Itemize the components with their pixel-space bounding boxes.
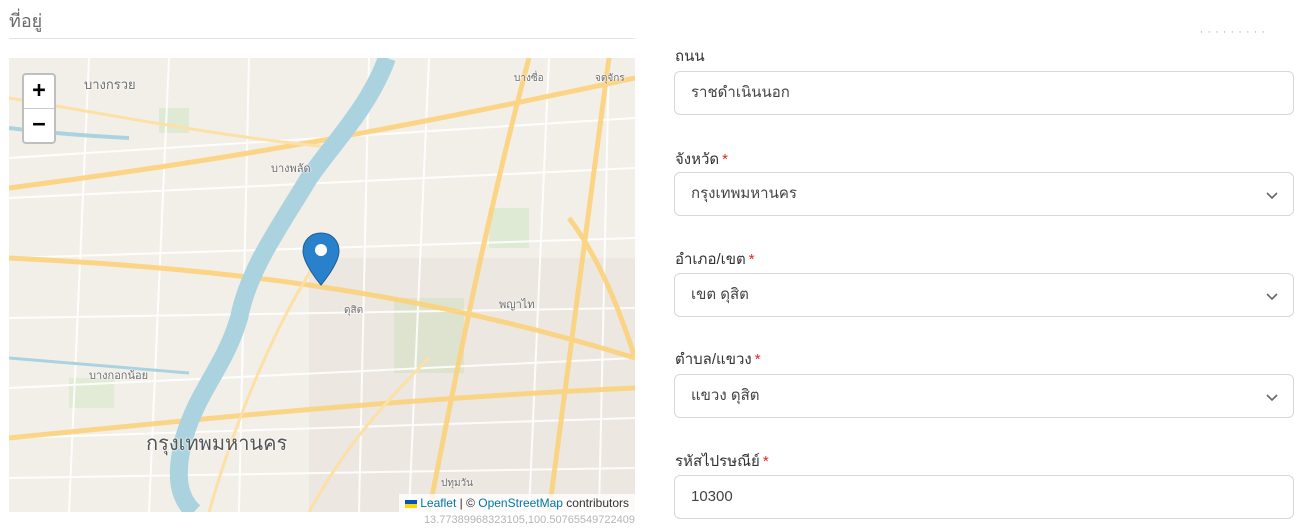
subdistrict-select-value: แขวง ดุสิต [691, 387, 760, 404]
zoom-control: + − [22, 73, 56, 144]
province-label: จังหวัด * [675, 147, 728, 171]
road-label: ถนน [675, 44, 705, 68]
chevron-down-icon [1266, 293, 1278, 301]
leaflet-link[interactable]: Leaflet [420, 496, 456, 510]
map-marker-icon[interactable] [301, 231, 341, 287]
road-label-text: ถนน [675, 48, 705, 65]
map[interactable]: บางกรวย บางซื่อ จตุจักร บางพลัด ดุสิต พญ… [9, 58, 635, 512]
subdistrict-label: ตำบล/แขวง * [675, 347, 761, 371]
map-label-bang-sue: บางซื่อ [514, 73, 544, 84]
required-marker: * [762, 453, 769, 470]
province-select-value: กรุงเทพมหานคร [691, 185, 797, 202]
required-marker: * [754, 351, 761, 368]
section-divider [9, 38, 635, 39]
required-marker: * [748, 251, 755, 268]
ukraine-flag-icon [405, 499, 418, 508]
attribution-separator: | © [456, 496, 479, 510]
zoom-in-button[interactable]: + [24, 75, 54, 109]
district-select[interactable]: เขต ดุสิต [674, 273, 1294, 317]
province-label-text: จังหวัด [675, 151, 720, 168]
map-label-bangkok: กรุงเทพมหานคร [146, 431, 288, 455]
top-right-hint: · · · · · · · · · [1200, 28, 1266, 38]
postcode-input[interactable]: 10300 [674, 475, 1294, 519]
district-label-text: อำเภอ/เขต [675, 251, 746, 268]
zoom-out-button[interactable]: − [24, 109, 54, 142]
map-attribution: Leaflet | © OpenStreetMap contributors [399, 494, 635, 512]
province-select[interactable]: กรุงเทพมหานคร [674, 172, 1294, 216]
map-label-bang-kruai: บางกรวย [84, 78, 136, 93]
map-label-bangkok-noi: บางกอกน้อย [89, 369, 149, 382]
required-marker: * [722, 151, 729, 168]
map-label-dusit: ดุสิต [344, 305, 364, 316]
chevron-down-icon [1266, 394, 1278, 402]
district-select-value: เขต ดุสิต [691, 286, 749, 303]
section-title: ที่อยู่ [9, 11, 43, 32]
subdistrict-label-text: ตำบล/แขวง [675, 351, 752, 368]
map-label-bang-phlat: บางพลัด [271, 162, 311, 175]
postcode-label-text: รหัสไปรษณีย์ [675, 453, 760, 470]
postcode-label: รหัสไปรษณีย์ * [675, 449, 769, 473]
road-input[interactable]: ราชดำเนินนอก [674, 71, 1294, 115]
map-coordinates: 13.77389968323105,100.50765549722409 [423, 514, 635, 526]
subdistrict-select[interactable]: แขวง ดุสิต [674, 374, 1294, 418]
attribution-contributors: contributors [562, 496, 629, 510]
openstreetmap-link[interactable]: OpenStreetMap [478, 496, 563, 510]
chevron-down-icon [1266, 192, 1278, 200]
map-label-phaya-thai: พญาไท [499, 298, 535, 311]
map-label-chatuchak: จตุจักร [595, 73, 625, 84]
district-label: อำเภอ/เขต * [675, 247, 755, 271]
map-label-pathum-wan: ปทุมวัน [441, 478, 473, 489]
